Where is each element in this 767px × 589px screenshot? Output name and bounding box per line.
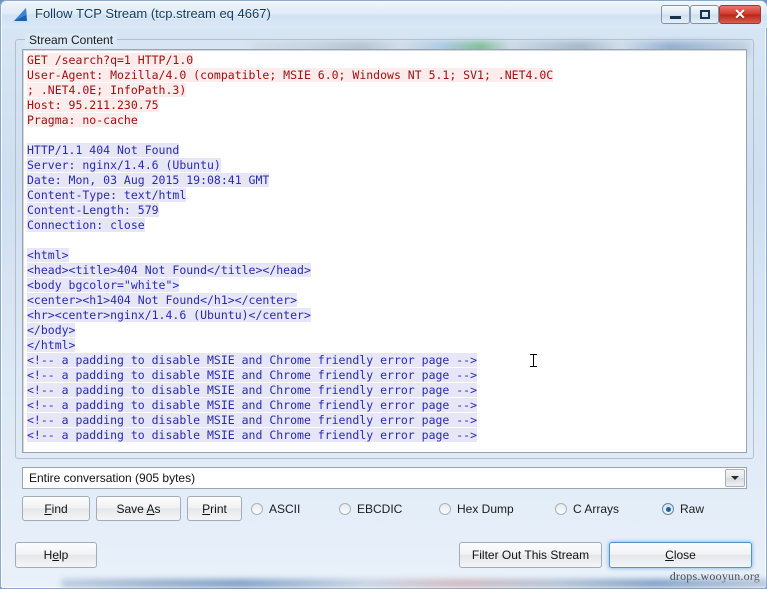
maximize-button[interactable] xyxy=(690,5,719,24)
radio-dot-icon xyxy=(555,503,567,515)
help-button-label: Help xyxy=(44,548,69,562)
chevron-down-icon[interactable] xyxy=(725,469,745,487)
print-button[interactable]: Print xyxy=(187,496,242,521)
close-dialog-button[interactable]: Close xyxy=(609,542,752,568)
background-blur-bottom xyxy=(61,579,767,588)
minimize-icon xyxy=(662,6,689,23)
filter-out-button-label: Filter Out This Stream xyxy=(472,548,589,562)
save-as-button[interactable]: Save As xyxy=(96,496,181,521)
title-bar[interactable]: Follow TCP Stream (tcp.stream eq 4667) ✕ xyxy=(2,2,767,28)
watermark: drops.wooyun.org xyxy=(670,569,760,584)
filter-out-this-stream-button[interactable]: Filter Out This Stream xyxy=(459,542,602,568)
follow-tcp-stream-window: Follow TCP Stream (tcp.stream eq 4667) ✕… xyxy=(0,0,767,589)
format-radio-raw-label: Raw xyxy=(680,502,704,516)
radio-dot-icon xyxy=(439,503,451,515)
window-close-button[interactable]: ✕ xyxy=(719,5,761,24)
format-radio-hex-dump[interactable]: Hex Dump xyxy=(439,501,514,517)
format-radio-hex-dump-label: Hex Dump xyxy=(457,502,514,516)
conversation-select-value: Entire conversation (905 bytes) xyxy=(29,471,195,485)
find-button[interactable]: Find xyxy=(22,496,90,521)
conversation-select[interactable]: Entire conversation (905 bytes) xyxy=(22,467,747,489)
radio-dot-icon xyxy=(251,503,263,515)
help-button[interactable]: Help xyxy=(15,542,97,568)
format-radio-ascii[interactable]: ASCII xyxy=(251,501,300,517)
stream-content-textarea[interactable]: GET /search?q=1 HTTP/1.0 User-Agent: Moz… xyxy=(22,49,747,453)
format-radio-c-arrays-label: C Arrays xyxy=(573,502,619,516)
print-button-label: Print xyxy=(202,502,227,516)
close-icon: ✕ xyxy=(720,6,760,23)
find-button-label: Find xyxy=(44,502,67,516)
format-radio-ascii-label: ASCII xyxy=(269,502,300,516)
format-radio-c-arrays[interactable]: C Arrays xyxy=(555,501,619,517)
format-radio-ebcdic[interactable]: EBCDIC xyxy=(339,501,402,517)
format-radio-ebcdic-label: EBCDIC xyxy=(357,502,402,516)
text-caret-icon xyxy=(533,354,534,367)
radio-dot-selected-icon xyxy=(662,503,674,515)
stream-content-label: Stream Content xyxy=(25,33,117,47)
radio-dot-icon xyxy=(339,503,351,515)
maximize-icon xyxy=(691,6,718,23)
save-as-button-label: Save As xyxy=(116,502,160,516)
minimize-button[interactable] xyxy=(661,5,690,24)
stream-text: GET /search?q=1 HTTP/1.0 User-Agent: Moz… xyxy=(27,53,742,443)
format-radio-raw[interactable]: Raw xyxy=(662,501,704,517)
close-dialog-button-label: Close xyxy=(665,548,696,562)
window-title: Follow TCP Stream (tcp.stream eq 4667) xyxy=(35,6,271,21)
wireshark-shark-fin-icon xyxy=(12,7,30,23)
